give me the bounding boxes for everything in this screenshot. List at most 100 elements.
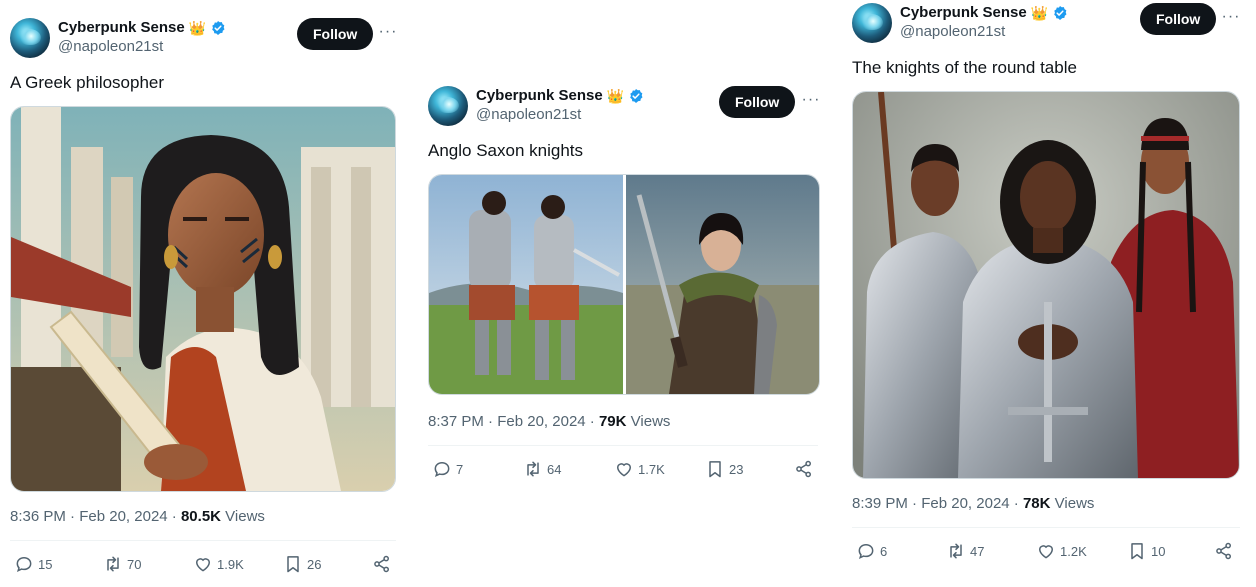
reply-button[interactable]: 15 [14, 554, 52, 574]
share-icon [796, 460, 811, 478]
bookmark-count: 26 [307, 556, 322, 572]
tweet-date[interactable]: Feb 20, 2024 [921, 495, 1009, 512]
bookmark-button[interactable]: 10 [1127, 541, 1165, 561]
bookmark-count: 10 [1151, 543, 1166, 559]
like-count: 1.7K [638, 461, 665, 477]
author-handle[interactable]: @napoleon21st [58, 38, 163, 55]
reply-count: 15 [38, 556, 53, 572]
separator: · [585, 413, 599, 430]
reply-icon [858, 543, 874, 560]
views-count: 80.5K [180, 508, 221, 525]
reply-button[interactable]: 6 [856, 541, 887, 561]
share-icon [1216, 542, 1231, 560]
repost-button[interactable]: 64 [523, 459, 561, 479]
tweet-image[interactable] [10, 106, 396, 492]
separator: · [167, 508, 181, 525]
follow-button[interactable]: Follow [719, 86, 796, 118]
verified-badge-icon [630, 88, 643, 103]
author-handle[interactable]: @napoleon21st [900, 23, 1005, 40]
heart-icon [616, 463, 632, 477]
crown-icon: 👑 [1030, 4, 1049, 21]
more-options-icon[interactable]: ··· [376, 22, 400, 46]
tweet-meta: 8:39 PM · Feb 20, 2024 · 78K Views [852, 495, 1094, 512]
reply-icon [16, 556, 32, 573]
author-name[interactable]: Cyberpunk Sense [900, 4, 1027, 21]
author-name-row[interactable]: Cyberpunk Sense 👑 [58, 19, 226, 36]
tweet-time[interactable]: 8:36 PM [10, 508, 66, 525]
divider [428, 445, 818, 446]
author-name[interactable]: Cyberpunk Sense [58, 19, 185, 36]
tweet-header: Cyberpunk Sense 👑 @napoleon21st Follow ·… [852, 3, 1244, 43]
heart-icon [1038, 545, 1054, 559]
tweet-text: The knights of the round table [852, 58, 1077, 77]
tweet-time[interactable]: 8:39 PM [852, 495, 908, 512]
action-bar: 7 64 1.7K 23 [428, 459, 818, 483]
tweet-text: Anglo Saxon knights [428, 141, 583, 160]
tweet-time[interactable]: 8:37 PM [428, 413, 484, 430]
tweet-card: Cyberpunk Sense 👑 @napoleon21st Follow ·… [852, 3, 1244, 583]
divider [10, 540, 396, 541]
verified-badge-icon [1054, 5, 1067, 20]
repost-icon [107, 556, 119, 572]
reply-button[interactable]: 7 [432, 459, 463, 479]
author-handle[interactable]: @napoleon21st [476, 106, 581, 123]
repost-count: 70 [127, 556, 142, 572]
tweet-image[interactable] [852, 91, 1240, 479]
bookmark-icon [709, 461, 721, 478]
repost-icon [950, 543, 962, 559]
share-button[interactable] [372, 554, 392, 574]
views-label: Views [221, 508, 265, 525]
action-bar: 6 47 1.2K 10 [852, 541, 1240, 565]
separator: · [65, 508, 80, 525]
tweet-date[interactable]: Feb 20, 2024 [79, 508, 167, 525]
like-button[interactable]: 1.7K [614, 459, 665, 479]
like-count: 1.2K [1060, 543, 1087, 559]
tweet-header: Cyberpunk Sense 👑 @napoleon21st Follow ·… [428, 86, 820, 126]
philosopher-painting [11, 107, 395, 491]
tweet-date[interactable]: Feb 20, 2024 [497, 413, 585, 430]
avatar[interactable] [852, 3, 892, 43]
follow-button[interactable]: Follow [297, 18, 374, 50]
views-count: 79K [598, 413, 627, 430]
reply-count: 6 [880, 543, 888, 559]
tweet-meta: 8:37 PM · Feb 20, 2024 · 79K Views [428, 413, 670, 430]
round-table-painting [853, 92, 1239, 478]
follow-button[interactable]: Follow [1140, 3, 1217, 35]
tweet-meta: 8:36 PM · Feb 20, 2024 · 80.5K Views [10, 508, 265, 525]
tweet-card: Cyberpunk Sense 👑 @napoleon21st Follow ·… [428, 86, 820, 496]
bookmark-button[interactable]: 26 [283, 554, 321, 574]
author-name-row[interactable]: Cyberpunk Sense 👑 [900, 4, 1068, 21]
divider [852, 527, 1240, 528]
more-options-icon[interactable]: ··· [799, 90, 823, 114]
repost-button[interactable]: 70 [103, 554, 141, 574]
repost-count: 47 [970, 543, 985, 559]
tweet-card: Cyberpunk Sense 👑 @napoleon21st Follow ·… [10, 18, 400, 587]
tweet-text: A Greek philosopher [10, 73, 165, 92]
share-button[interactable] [1214, 541, 1234, 561]
like-button[interactable]: 1.9K [193, 554, 244, 574]
more-options-icon[interactable]: ··· [1219, 7, 1243, 31]
author-name[interactable]: Cyberpunk Sense [476, 87, 603, 104]
tweet-header: Cyberpunk Sense 👑 @napoleon21st Follow ·… [10, 18, 400, 58]
bookmark-button[interactable]: 23 [705, 459, 743, 479]
separator: · [907, 495, 922, 512]
reply-count: 7 [456, 461, 464, 477]
repost-icon [527, 461, 539, 477]
avatar[interactable] [428, 86, 468, 126]
action-bar: 15 70 1.9K 26 [10, 554, 396, 578]
avatar[interactable] [10, 18, 50, 58]
reply-icon [434, 461, 450, 478]
like-button[interactable]: 1.2K [1036, 541, 1087, 561]
knights-images [429, 175, 819, 394]
share-button[interactable] [794, 459, 814, 479]
separator: · [1009, 495, 1023, 512]
heart-icon [195, 558, 211, 572]
separator: · [483, 413, 498, 430]
repost-count: 64 [547, 461, 562, 477]
views-count: 78K [1022, 495, 1051, 512]
crown-icon: 👑 [606, 87, 625, 104]
repost-button[interactable]: 47 [946, 541, 984, 561]
bookmark-icon [287, 556, 299, 573]
tweet-image[interactable] [428, 174, 820, 395]
author-name-row[interactable]: Cyberpunk Sense 👑 [476, 87, 644, 104]
